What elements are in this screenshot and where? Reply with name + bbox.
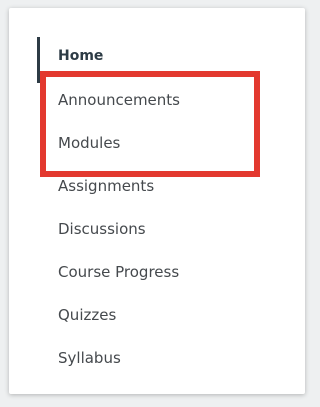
- nav-item-quizzes[interactable]: Quizzes: [58, 306, 116, 324]
- nav-item-home[interactable]: Home: [58, 48, 103, 64]
- nav-item-announcements[interactable]: Announcements: [58, 91, 180, 109]
- nav-item-course-progress[interactable]: Course Progress: [58, 263, 179, 281]
- nav-item-syllabus[interactable]: Syllabus: [58, 349, 121, 367]
- nav-item-discussions[interactable]: Discussions: [58, 220, 146, 238]
- nav-item-modules[interactable]: Modules: [58, 134, 120, 152]
- course-navigation: Home Announcements Modules Assignments D…: [0, 0, 320, 407]
- nav-item-assignments[interactable]: Assignments: [58, 177, 154, 195]
